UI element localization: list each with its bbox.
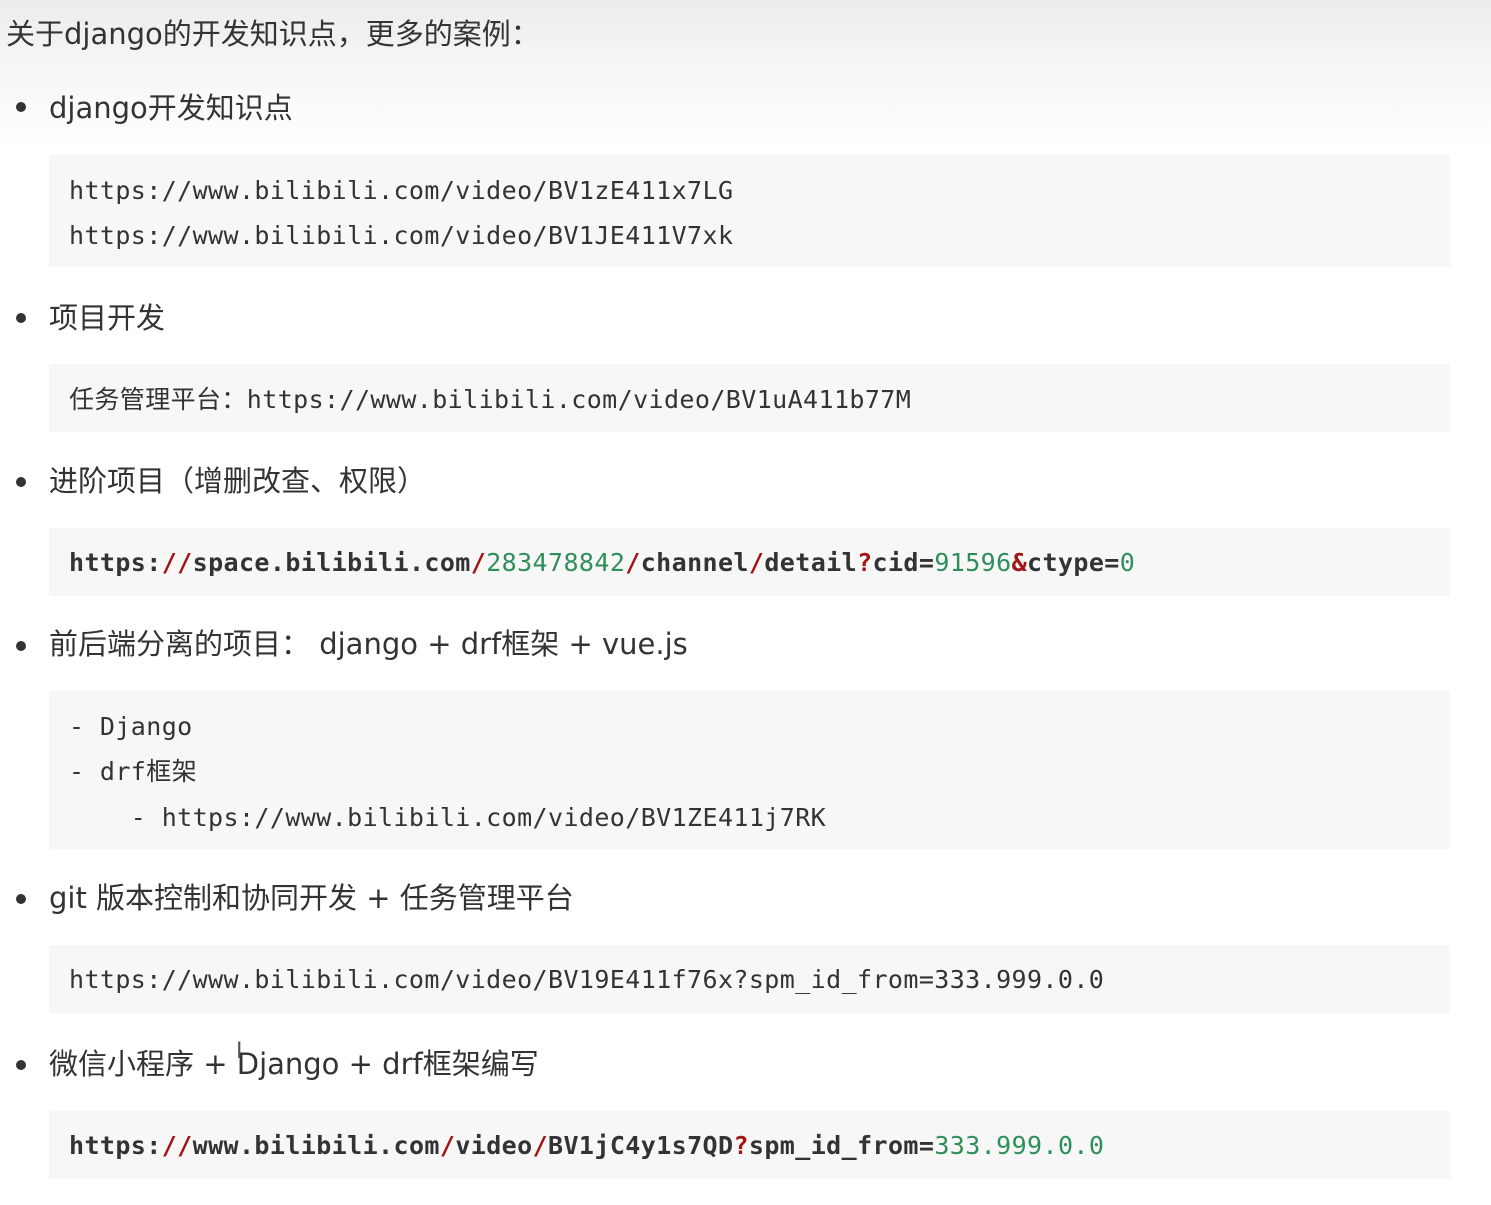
code-block-django-knowledge: https://www.bilibili.com/video/BV1zE411x… bbox=[49, 155, 1450, 267]
text-cursor-icon: I bbox=[236, 1039, 243, 1064]
code-list-item: - drf框架 bbox=[69, 757, 198, 786]
code-token: video bbox=[455, 1131, 533, 1160]
bullet-icon bbox=[16, 641, 26, 651]
code-token: // bbox=[161, 1131, 193, 1160]
code-list-item: - Django bbox=[69, 712, 193, 741]
code-token: detail bbox=[764, 548, 858, 577]
code-block-wechat-miniprogram: https://www.bilibili.com/video/BV1jC4y1s… bbox=[49, 1111, 1450, 1179]
code-token: 91596 bbox=[934, 548, 1012, 577]
bullet-icon bbox=[16, 1060, 26, 1070]
code-link[interactable]: https://www.bilibili.com/video/BV1JE411V… bbox=[69, 219, 733, 253]
code-link[interactable]: https://www.bilibili.com/video/BV1zE411x… bbox=[69, 174, 733, 208]
code-token: / bbox=[748, 548, 765, 577]
code-link[interactable]: - https://www.bilibili.com/video/BV1ZE41… bbox=[69, 801, 826, 835]
code-link-highlighted[interactable]: https://space.bilibili.com/283478842/cha… bbox=[69, 546, 1135, 580]
code-block-advanced-project: https://space.bilibili.com/283478842/cha… bbox=[49, 528, 1450, 596]
code-token: / bbox=[532, 1131, 549, 1160]
intro-text: 关于django的开发知识点，更多的案例： bbox=[6, 17, 540, 51]
code-token: https: bbox=[69, 1131, 162, 1160]
code-token: / bbox=[470, 548, 487, 577]
code-token: / bbox=[625, 548, 641, 577]
section-title-project-dev: 项目开发 bbox=[49, 301, 166, 335]
code-token: spm_id_from= bbox=[748, 1131, 935, 1160]
code-token: 0 bbox=[1119, 548, 1136, 577]
code-link[interactable]: 任务管理平台：https://www.bilibili.com/video/BV… bbox=[69, 383, 911, 417]
code-token: cid= bbox=[872, 548, 935, 577]
code-link[interactable]: https://www.bilibili.com/video/BV19E411f… bbox=[69, 963, 1104, 997]
code-token: channel bbox=[640, 548, 749, 577]
code-token: & bbox=[1011, 548, 1028, 577]
code-token: // bbox=[161, 548, 193, 577]
bullet-icon bbox=[16, 477, 26, 487]
section-title-wechat-miniprogram: 微信小程序 + Django + drf框架编写 bbox=[49, 1047, 539, 1081]
code-token: ? bbox=[733, 1131, 749, 1160]
code-token: 333.999.0.0 bbox=[934, 1131, 1105, 1160]
section-title-git: git 版本控制和协同开发 + 任务管理平台 bbox=[49, 881, 574, 915]
code-block-project-dev: 任务管理平台：https://www.bilibili.com/video/BV… bbox=[49, 364, 1450, 432]
code-token: space.bilibili.com bbox=[192, 548, 471, 577]
section-title-advanced-project: 进阶项目（增删改查、权限） bbox=[49, 464, 427, 498]
code-block-git: https://www.bilibili.com/video/BV19E411f… bbox=[49, 945, 1450, 1013]
code-token: 283478842 bbox=[486, 548, 626, 577]
bullet-icon bbox=[16, 894, 26, 904]
section-title-django-knowledge: django开发知识点 bbox=[49, 91, 293, 125]
bullet-icon bbox=[16, 313, 26, 323]
code-token: ? bbox=[857, 548, 873, 577]
code-token: BV1jC4y1s7QD bbox=[548, 1131, 734, 1160]
code-link-highlighted[interactable]: https://www.bilibili.com/video/BV1jC4y1s… bbox=[69, 1129, 1104, 1163]
code-token: / bbox=[439, 1131, 456, 1160]
code-block-frontend-backend: - Django - drf框架 - https://www.bilibili.… bbox=[49, 691, 1450, 849]
bullet-icon bbox=[16, 102, 26, 112]
code-token: ctype= bbox=[1027, 548, 1120, 577]
code-token: www.bilibili.com bbox=[192, 1131, 440, 1160]
section-title-frontend-backend: 前后端分离的项目： django + drf框架 + vue.js bbox=[49, 627, 688, 661]
code-token: https: bbox=[69, 548, 162, 577]
